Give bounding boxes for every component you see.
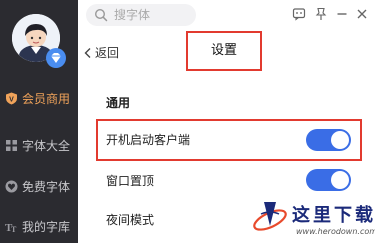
- toggle-knob: [331, 131, 349, 149]
- font-tt-icon: T T: [5, 222, 17, 233]
- setting-label-night-mode: 夜间模式: [106, 213, 155, 227]
- user-avatar[interactable]: [12, 14, 66, 68]
- sidebar-item-all-fonts[interactable]: 字体大全: [0, 136, 78, 156]
- sidebar-item-label: 免费字体: [22, 180, 71, 194]
- search-input[interactable]: 搜字体: [86, 4, 196, 26]
- sidebar-item-label: 会员商用: [22, 92, 71, 106]
- back-button[interactable]: 返回: [83, 44, 119, 62]
- sidebar-item-free-fonts[interactable]: 免费字体: [0, 177, 78, 197]
- sidebar: V 会员商用 字体大全 免费字体 T T 我的字库: [0, 0, 78, 243]
- sidebar-item-vip[interactable]: V 会员商用: [0, 89, 78, 109]
- sidebar-item-label: 我的字库: [22, 220, 71, 234]
- watermark-url: www.herodown.com: [296, 227, 375, 236]
- chevron-left-icon: [84, 48, 91, 58]
- toggle-knob: [331, 171, 349, 189]
- back-label: 返回: [95, 46, 120, 60]
- message-icon[interactable]: [292, 7, 306, 21]
- search-placeholder: 搜字体: [114, 8, 151, 22]
- heart-icon: [5, 180, 18, 193]
- minimize-icon[interactable]: [335, 7, 349, 21]
- watermark-logo-icon: [253, 202, 287, 231]
- watermark-text: 这里下载: [292, 205, 375, 226]
- title-highlight-box: 设置: [186, 31, 262, 71]
- search-icon: [94, 8, 108, 22]
- setting-label-autostart: 开机启动客户端: [106, 133, 191, 147]
- pin-icon[interactable]: [314, 7, 328, 21]
- sidebar-item-my-fonts[interactable]: T T 我的字库: [0, 217, 78, 237]
- autostart-toggle[interactable]: [306, 129, 351, 151]
- vip-diamond-icon: [46, 48, 66, 68]
- page-title: 设置: [210, 43, 237, 58]
- svg-text:V: V: [9, 97, 14, 104]
- sidebar-item-label: 字体大全: [22, 139, 71, 153]
- vip-shield-icon: V: [6, 92, 17, 105]
- grid-icon: [6, 140, 17, 151]
- section-title: 通用: [106, 96, 131, 110]
- always-on-top-toggle[interactable]: [306, 169, 351, 191]
- close-icon[interactable]: [355, 7, 369, 21]
- setting-label-always-on-top: 窗口置顶: [106, 174, 155, 188]
- svg-text:T: T: [11, 225, 17, 233]
